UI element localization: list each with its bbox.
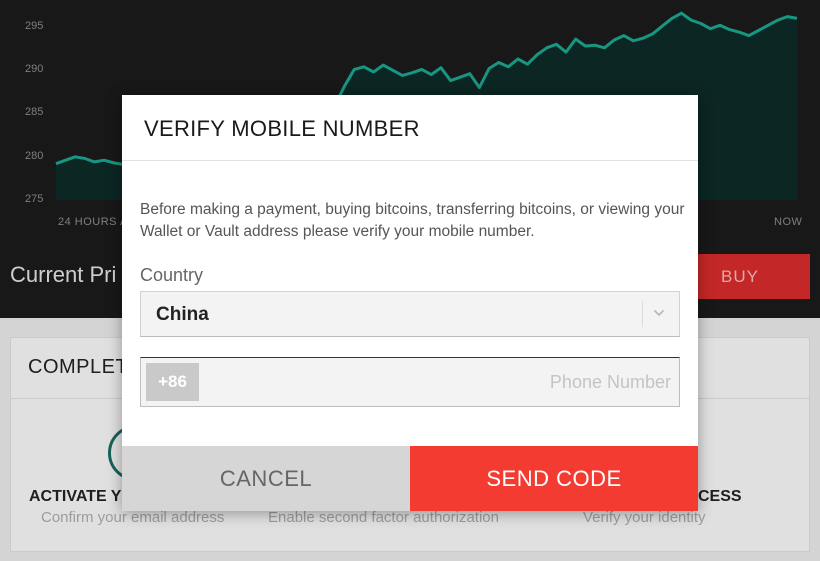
modal-description: Before making a payment, buying bitcoins… (140, 201, 685, 240)
phone-number-input[interactable] (205, 363, 671, 401)
verify-mobile-modal: VERIFY MOBILE NUMBER Before making a pay… (122, 95, 698, 511)
modal-title: VERIFY MOBILE NUMBER (144, 116, 420, 141)
send-code-button[interactable]: SEND CODE (410, 446, 698, 511)
select-divider (642, 301, 643, 327)
phone-field[interactable]: +86 (140, 357, 680, 407)
cancel-button[interactable]: CANCEL (122, 446, 410, 511)
country-code-prefix: +86 (146, 363, 199, 401)
country-select[interactable]: China (140, 291, 680, 337)
country-select-value: China (156, 304, 209, 325)
country-label: Country (140, 265, 204, 285)
chevron-down-icon (653, 309, 665, 317)
modal-header: VERIFY MOBILE NUMBER (122, 95, 698, 161)
